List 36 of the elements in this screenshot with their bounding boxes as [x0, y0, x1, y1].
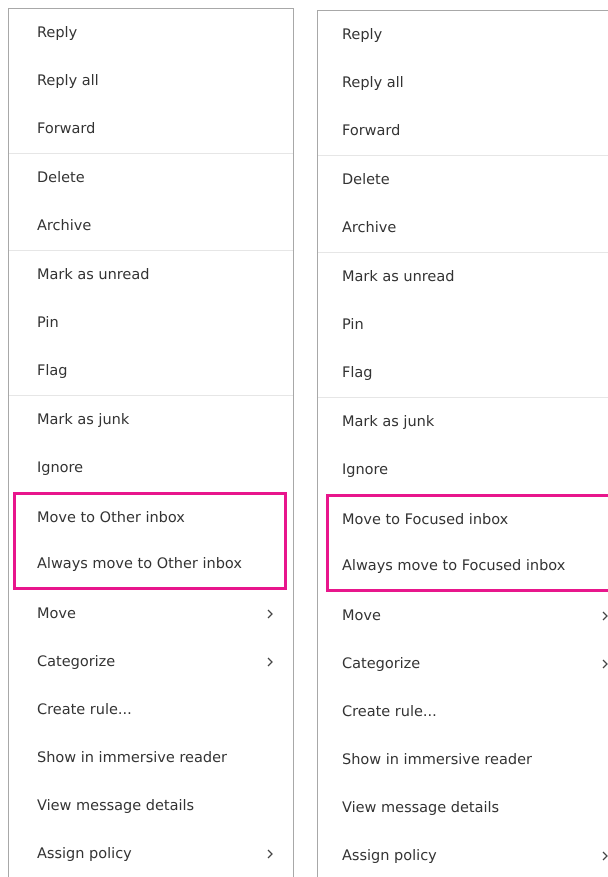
menu-item[interactable]: Show in immersive reader: [9, 734, 293, 782]
menu-item[interactable]: Reply all: [318, 59, 608, 107]
menu-item[interactable]: Categorize: [318, 640, 608, 688]
menu-item[interactable]: Reply: [318, 11, 608, 59]
menu-item[interactable]: Mark as junk: [9, 396, 293, 444]
menu-item[interactable]: Archive: [9, 202, 293, 250]
menu-item[interactable]: Create rule...: [9, 686, 293, 734]
menu-item[interactable]: Pin: [9, 299, 293, 347]
menu-item[interactable]: Flag: [9, 347, 293, 395]
menu-item[interactable]: Move to Focused inbox: [329, 497, 608, 543]
menu-item[interactable]: Move: [318, 592, 608, 640]
menu-item[interactable]: Move to Other inbox: [16, 495, 284, 541]
menu-item[interactable]: Categorize: [9, 638, 293, 686]
menu-item[interactable]: Archive: [318, 204, 608, 252]
menu-item[interactable]: Assign policy: [9, 830, 293, 877]
menu-item[interactable]: Forward: [9, 105, 293, 153]
menu-item[interactable]: Assign policy: [318, 832, 608, 877]
menu-item[interactable]: Create rule...: [318, 688, 608, 736]
menu-item[interactable]: Always move to Focused inbox: [329, 543, 608, 589]
menu-item[interactable]: Pin: [318, 301, 608, 349]
menu-item[interactable]: Delete: [9, 154, 293, 202]
menu-item[interactable]: Forward: [318, 107, 608, 155]
menu-item[interactable]: Mark as unread: [318, 253, 608, 301]
menu-item[interactable]: Delete: [318, 156, 608, 204]
menu-item[interactable]: Reply all: [9, 57, 293, 105]
menu-item[interactable]: View message details: [9, 782, 293, 830]
menu-item[interactable]: Mark as junk: [318, 398, 608, 446]
menu-item[interactable]: Reply: [9, 9, 293, 57]
menu-item[interactable]: Ignore: [9, 444, 293, 492]
menu-item[interactable]: Always move to Other inbox: [16, 541, 284, 587]
menu-item[interactable]: Mark as unread: [9, 251, 293, 299]
menu-item[interactable]: View message details: [318, 784, 608, 832]
menu-item[interactable]: Flag: [318, 349, 608, 397]
menu-item[interactable]: Ignore: [318, 446, 608, 494]
menu-item[interactable]: Show in immersive reader: [318, 736, 608, 784]
menu-item[interactable]: Move: [9, 590, 293, 638]
